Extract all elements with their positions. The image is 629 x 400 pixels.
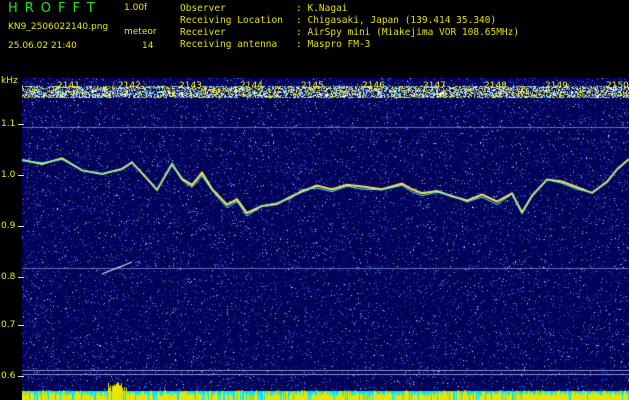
x-tick-label: 2143 [179, 81, 202, 91]
meteor-count: 14 [142, 41, 154, 51]
meteor-label: meteor [124, 27, 157, 37]
y-tick-label: 0.6 [1, 371, 16, 381]
y-tick-mark [18, 376, 24, 377]
y-tick-label: 1.0 [1, 170, 16, 180]
info-label-observer: Observer [180, 3, 226, 14]
x-tick-label: 2141 [57, 81, 80, 91]
info-value-antenna: : Maspro FM-3 [296, 39, 371, 50]
filename-label: KN9_2506022140.png [8, 22, 109, 32]
info-value-observer: : K.Nagai [296, 3, 348, 14]
unit-label: kHz [1, 76, 18, 86]
y-tick-mark [18, 325, 24, 326]
datetime-label: 25.06.02 21:40 [8, 41, 77, 51]
header-panel: HROFFT 1.00f KN9_2506022140.png 25.06.02… [0, 0, 629, 76]
y-tick-label: 0.8 [1, 272, 16, 282]
x-tick-label: 2145 [301, 81, 324, 91]
y-tick-mark [18, 124, 24, 125]
x-tick-label: 2144 [240, 81, 263, 91]
info-label-antenna: Receiving antenna [180, 39, 278, 50]
x-tick-label: 2148 [484, 81, 507, 91]
x-tick-label: 2146 [362, 81, 385, 91]
x-tick-label: 2149 [545, 81, 568, 91]
app-title: HROFFT [8, 1, 102, 16]
y-tick-mark [18, 175, 24, 176]
info-value-receiver: : AirSpy mini (Miakejima VOR 108.65MHz) [296, 27, 520, 38]
y-tick-label: 0.9 [1, 221, 16, 231]
spectrogram[interactable] [22, 78, 629, 400]
x-tick-label: 2150 [606, 81, 629, 91]
info-label-receiver: Receiver [180, 27, 226, 38]
version-label: 1.00f [124, 3, 148, 13]
y-tick-mark [18, 277, 24, 278]
y-tick-label: 0.7 [1, 320, 16, 330]
x-tick-label: 2147 [423, 81, 446, 91]
y-tick-mark [18, 226, 24, 227]
x-tick-label: 2142 [118, 81, 141, 91]
info-label-location: Receiving Location [180, 15, 283, 26]
spectrogram-canvas [22, 78, 629, 400]
info-value-location: : Chigasaki, Japan (139.414 35.340) [296, 15, 497, 26]
y-tick-label: 1.1 [1, 119, 16, 129]
